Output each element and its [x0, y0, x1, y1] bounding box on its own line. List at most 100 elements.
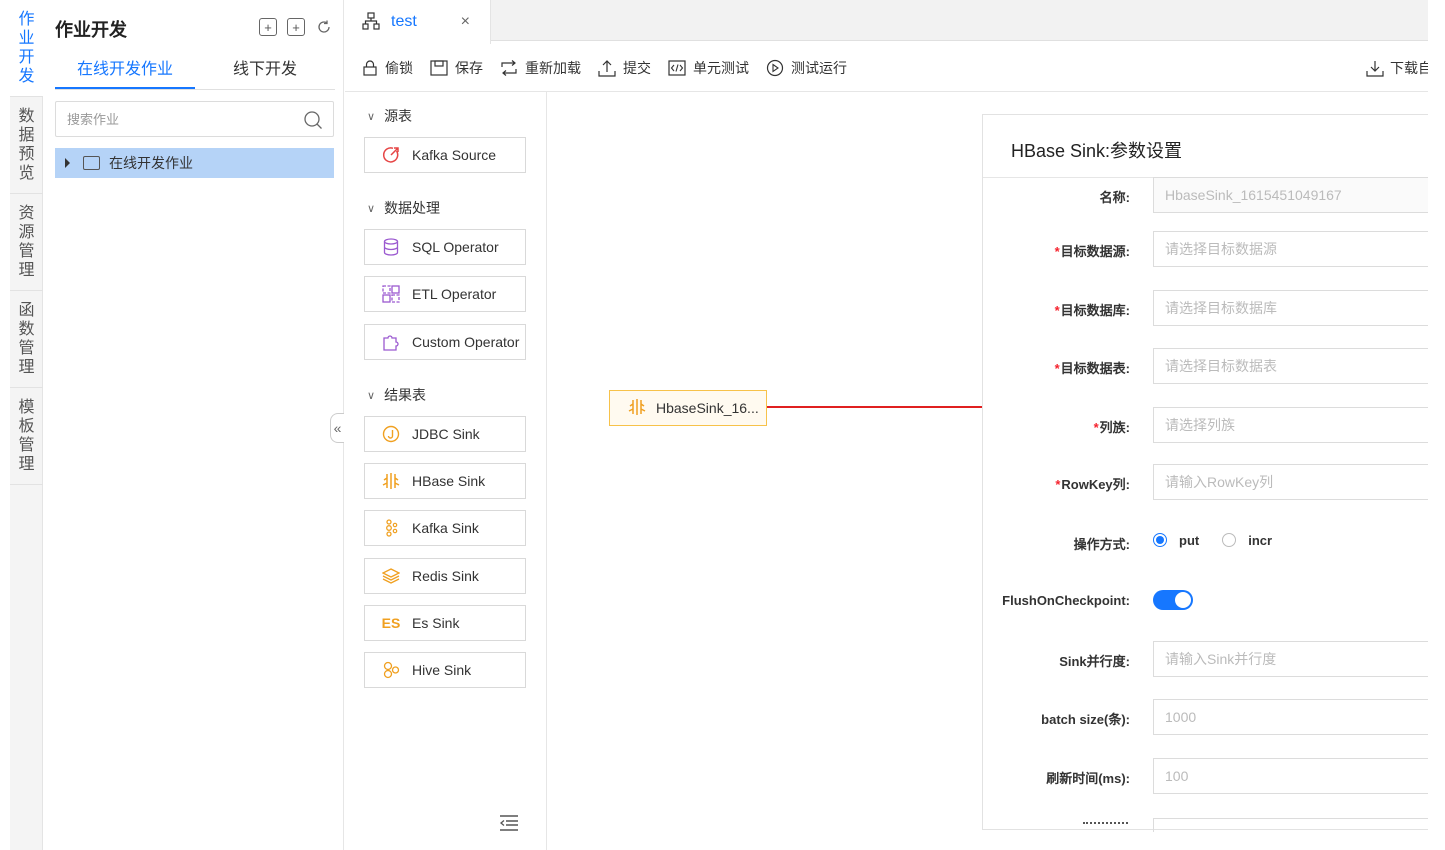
field-label: *目标数据库:	[1055, 300, 1130, 319]
component-custom-operator[interactable]: Custom Operator	[364, 324, 526, 360]
lock-icon	[363, 59, 377, 76]
job-search-input[interactable]	[56, 102, 286, 136]
vnav-item-function[interactable]: 函数管理	[10, 291, 43, 388]
kafka-source-icon	[381, 145, 401, 165]
clipped-field-input[interactable]	[1153, 818, 1445, 832]
toolbar: 偷锁 保存 重新加载 提交 单元测试 测试运行 下载自	[345, 44, 1428, 92]
batch-size-input[interactable]: 1000	[1153, 699, 1445, 735]
save-button[interactable]: 保存	[430, 58, 483, 78]
app-root: 作业开发 数据预览 资源管理 函数管理 模板管理 作业开发 + + 在线开发作业…	[0, 0, 1445, 850]
download-icon	[1366, 61, 1384, 77]
unit-test-button[interactable]: 单元测试	[668, 58, 749, 78]
radio-put[interactable]: put	[1153, 533, 1199, 548]
submit-button[interactable]: 提交	[598, 58, 651, 78]
vnav-item-resource[interactable]: 资源管理	[10, 194, 43, 291]
close-icon[interactable]: ×	[461, 13, 470, 31]
vnav-label: 模板管理	[18, 399, 35, 473]
rowkey-input[interactable]: 请输入RowKey列	[1153, 464, 1445, 500]
field-label: 名称:	[1099, 190, 1130, 205]
category-label: 结果表	[384, 387, 427, 403]
flush-toggle[interactable]	[1153, 590, 1193, 610]
field-flush: FlushOnCheckpoint:	[983, 590, 1445, 626]
flush-interval-input[interactable]: 100	[1153, 758, 1445, 794]
target-db-select[interactable]: 请选择目标数据库	[1153, 290, 1445, 326]
tree-item-online-jobs[interactable]: 在线开发作业	[55, 148, 334, 178]
new-file-icon[interactable]: +	[259, 18, 277, 36]
vnav-item-data-preview[interactable]: 数据预览	[10, 97, 43, 194]
new-folder-icon[interactable]: +	[287, 18, 305, 36]
category-source[interactable]: ∨ 源表	[367, 106, 412, 126]
jdbc-icon	[381, 424, 401, 444]
component-hive-sink[interactable]: Hive Sink	[364, 652, 526, 688]
component-etl-operator[interactable]: ETL Operator	[364, 276, 526, 312]
vnav-item-job-dev[interactable]: 作业开发	[10, 0, 43, 97]
field-operation: 操作方式: put incr	[983, 528, 1445, 564]
column-family-select[interactable]: 请选择列族	[1153, 407, 1445, 443]
field-label: *列族:	[1094, 417, 1130, 436]
collapse-panel-button[interactable]: «	[330, 413, 344, 443]
hbase-icon	[628, 398, 646, 419]
parallelism-input[interactable]: 请输入Sink并行度	[1153, 641, 1445, 677]
save-icon	[430, 59, 448, 76]
lock-button[interactable]: 偷锁	[362, 58, 413, 78]
component-label: Redis Sink	[412, 568, 479, 584]
puzzle-icon	[381, 332, 401, 352]
test-run-button[interactable]: 测试运行	[766, 58, 847, 78]
required-mark: *	[1054, 244, 1060, 259]
field-target-table: *目标数据表: 请选择目标数据表	[983, 348, 1445, 384]
etl-icon	[381, 284, 401, 304]
tab-online-dev[interactable]: 在线开发作业	[55, 52, 195, 89]
field-flush-interval: 刷新时间(ms): 100	[983, 758, 1445, 794]
required-mark: *	[1054, 361, 1060, 376]
flow-icon	[362, 11, 380, 33]
flow-canvas[interactable]: HbaseSink_16...	[548, 92, 1015, 850]
node-label: HbaseSink_16...	[656, 400, 759, 416]
component-label: Hive Sink	[412, 662, 472, 678]
required-mark: *	[1055, 477, 1061, 492]
required-mark: *	[1054, 303, 1060, 318]
component-kafka-sink[interactable]: Kafka Sink	[364, 510, 526, 546]
play-icon	[766, 59, 784, 76]
category-process[interactable]: ∨ 数据处理	[367, 198, 440, 218]
component-label: JDBC Sink	[412, 426, 480, 442]
component-redis-sink[interactable]: Redis Sink	[364, 558, 526, 594]
radio-dot	[1222, 533, 1237, 547]
canvas-node-hbase-sink[interactable]: HbaseSink_16...	[609, 390, 767, 426]
caret-right-icon[interactable]	[65, 158, 70, 168]
vnav-label: 函数管理	[18, 302, 35, 376]
refresh-icon[interactable]	[315, 18, 333, 36]
kafka-icon	[381, 518, 401, 538]
reload-button[interactable]: 重新加载	[500, 58, 581, 78]
component-jdbc-sink[interactable]: JDBC Sink	[364, 416, 526, 452]
editor-tab-test[interactable]: test ×	[345, 0, 491, 44]
component-kafka-source[interactable]: Kafka Source	[364, 137, 526, 173]
editor-tab-label: test	[391, 13, 417, 30]
job-search-box	[55, 101, 334, 137]
radio-incr[interactable]: incr	[1222, 533, 1272, 548]
submit-label: 提交	[623, 59, 651, 76]
category-sink[interactable]: ∨ 结果表	[367, 385, 426, 405]
field-label: *RowKey列:	[1055, 474, 1130, 493]
vnav-item-template[interactable]: 模板管理	[10, 388, 43, 485]
target-source-select[interactable]: 请选择目标数据源	[1153, 231, 1445, 267]
operation-radio-group: put incr	[1153, 528, 1295, 552]
vnav-label: 数据预览	[18, 108, 35, 182]
component-sql-operator[interactable]: SQL Operator	[364, 229, 526, 265]
field-parallelism: Sink并行度: 请输入Sink并行度	[983, 641, 1445, 677]
download-button[interactable]: 下载自	[1366, 58, 1428, 78]
es-icon: ES	[381, 615, 401, 631]
job-panel-tabs: 在线开发作业 线下开发	[55, 52, 335, 90]
category-label: 源表	[384, 108, 413, 124]
vertical-nav: 作业开发 数据预览 资源管理 函数管理 模板管理	[10, 0, 43, 850]
annotation-arrow	[767, 399, 1015, 415]
component-hbase-sink[interactable]: HBase Sink	[364, 463, 526, 499]
field-label-text: 列族:	[1099, 420, 1130, 435]
component-es-sink[interactable]: ES Es Sink	[364, 605, 526, 641]
tab-offline-dev[interactable]: 线下开发	[195, 52, 335, 89]
target-table-select[interactable]: 请选择目标数据表	[1153, 348, 1445, 384]
field-label: batch size(条):	[1041, 712, 1130, 727]
vnav-label: 作业开发	[18, 11, 35, 85]
search-icon[interactable]	[303, 110, 323, 133]
lock-label: 偷锁	[385, 59, 413, 76]
collapse-menu-icon[interactable]	[499, 814, 519, 835]
